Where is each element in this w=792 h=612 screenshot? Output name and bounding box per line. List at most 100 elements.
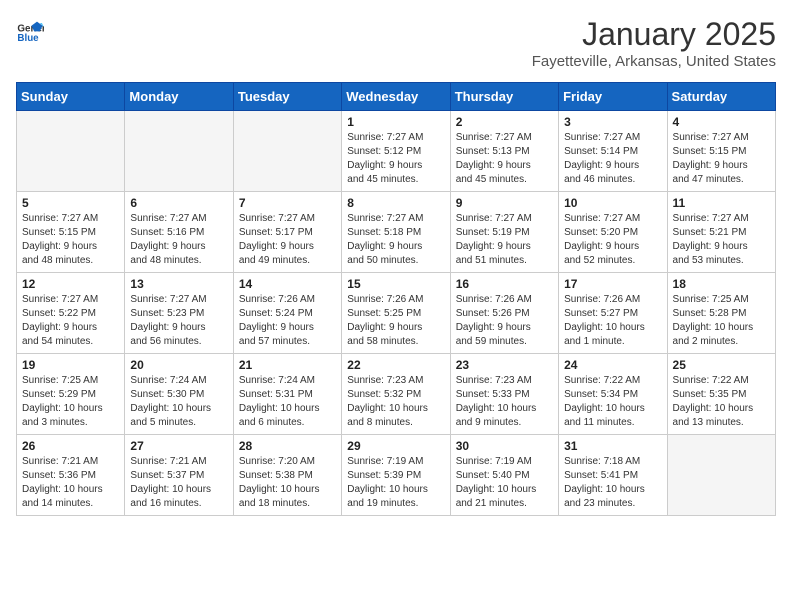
day-info: Sunrise: 7:27 AM Sunset: 5:19 PM Dayligh…	[456, 212, 553, 268]
day-number: 10	[564, 196, 661, 210]
weekday-header-friday: Friday	[559, 83, 667, 111]
day-number: 3	[564, 115, 661, 129]
day-info: Sunrise: 7:27 AM Sunset: 5:13 PM Dayligh…	[456, 131, 553, 187]
day-info: Sunrise: 7:20 AM Sunset: 5:38 PM Dayligh…	[239, 455, 336, 511]
calendar-day-31: 31Sunrise: 7:18 AM Sunset: 5:41 PM Dayli…	[559, 435, 667, 516]
calendar-day-4: 4Sunrise: 7:27 AM Sunset: 5:15 PM Daylig…	[667, 111, 775, 192]
day-info: Sunrise: 7:27 AM Sunset: 5:22 PM Dayligh…	[22, 293, 119, 349]
calendar-day-15: 15 Sunrise: 7:26 AM Sunset: 5:25 PM Dayli…	[342, 273, 450, 354]
calendar-day-1: 1 Sunrise: 7:27 AM Sunset: 5:12 PM Daylig…	[342, 111, 450, 192]
calendar-day-20: 20Sunrise: 7:24 AM Sunset: 5:30 PM Dayli…	[125, 354, 233, 435]
calendar-week-row: 12 Sunrise: 7:27 AM Sunset: 5:22 PM Dayli…	[17, 273, 776, 354]
day-number: 31	[564, 439, 661, 453]
calendar-day-14: 14 Sunrise: 7:26 AM Sunset: 5:24 PM Dayli…	[233, 273, 341, 354]
day-number: 17	[564, 277, 661, 291]
calendar-day-25: 25 Sunrise: 7:22 AM Sunset: 5:35 PM Dayli…	[667, 354, 775, 435]
logo: General Blue	[16, 16, 44, 44]
calendar-day-2: 2 Sunrise: 7:27 AM Sunset: 5:13 PM Daylig…	[450, 111, 558, 192]
day-number: 4	[673, 115, 770, 129]
day-number: 14	[239, 277, 336, 291]
calendar-week-row: 1 Sunrise: 7:27 AM Sunset: 5:12 PM Daylig…	[17, 111, 776, 192]
day-info: Sunrise: 7:27 AM Sunset: 5:21 PM Dayligh…	[673, 212, 770, 268]
location-subtitle: Fayetteville, Arkansas, United States	[532, 53, 776, 70]
day-number: 26	[22, 439, 119, 453]
day-info: Sunrise: 7:21 AM Sunset: 5:36 PM Dayligh…	[22, 455, 119, 511]
day-info: Sunrise: 7:27 AM Sunset: 5:15 PM Dayligh…	[22, 212, 119, 268]
day-number: 27	[130, 439, 227, 453]
day-info: Sunrise: 7:22 AM Sunset: 5:34 PM Dayligh…	[564, 374, 661, 430]
calendar-day-28: 28 Sunrise: 7:20 AM Sunset: 5:38 PM Dayli…	[233, 435, 341, 516]
day-info: Sunrise: 7:27 AM Sunset: 5:14 PM Dayligh…	[564, 131, 661, 187]
calendar-day-29: 29 Sunrise: 7:19 AM Sunset: 5:39 PM Dayli…	[342, 435, 450, 516]
calendar-table: SundayMondayTuesdayWednesdayThursdayFrid…	[16, 82, 776, 516]
day-number: 21	[239, 358, 336, 372]
day-number: 13	[130, 277, 227, 291]
day-number: 5	[22, 196, 119, 210]
day-number: 25	[673, 358, 770, 372]
weekday-header-wednesday: Wednesday	[342, 83, 450, 111]
calendar-day-18: 18 Sunrise: 7:25 AM Sunset: 5:28 PM Dayli…	[667, 273, 775, 354]
calendar-week-row: 26 Sunrise: 7:21 AM Sunset: 5:36 PM Dayli…	[17, 435, 776, 516]
day-info: Sunrise: 7:25 AM Sunset: 5:29 PM Dayligh…	[22, 374, 119, 430]
day-number: 2	[456, 115, 553, 129]
calendar-day-9: 9 Sunrise: 7:27 AM Sunset: 5:19 PM Daylig…	[450, 192, 558, 273]
calendar-day-empty	[233, 111, 341, 192]
day-number: 1	[347, 115, 444, 129]
day-info: Sunrise: 7:25 AM Sunset: 5:28 PM Dayligh…	[673, 293, 770, 349]
calendar-day-5: 5 Sunrise: 7:27 AM Sunset: 5:15 PM Daylig…	[17, 192, 125, 273]
day-info: Sunrise: 7:23 AM Sunset: 5:33 PM Dayligh…	[456, 374, 553, 430]
day-info: Sunrise: 7:23 AM Sunset: 5:32 PM Dayligh…	[347, 374, 444, 430]
calendar-day-19: 19 Sunrise: 7:25 AM Sunset: 5:29 PM Dayli…	[17, 354, 125, 435]
day-info: Sunrise: 7:26 AM Sunset: 5:26 PM Dayligh…	[456, 293, 553, 349]
day-info: Sunrise: 7:24 AM Sunset: 5:31 PM Dayligh…	[239, 374, 336, 430]
day-number: 22	[347, 358, 444, 372]
day-info: Sunrise: 7:27 AM Sunset: 5:18 PM Dayligh…	[347, 212, 444, 268]
day-number: 29	[347, 439, 444, 453]
calendar-day-empty	[667, 435, 775, 516]
calendar-day-30: 30 Sunrise: 7:19 AM Sunset: 5:40 PM Dayli…	[450, 435, 558, 516]
day-number: 6	[130, 196, 227, 210]
day-info: Sunrise: 7:26 AM Sunset: 5:25 PM Dayligh…	[347, 293, 444, 349]
day-info: Sunrise: 7:27 AM Sunset: 5:16 PM Dayligh…	[130, 212, 227, 268]
day-info: Sunrise: 7:26 AM Sunset: 5:24 PM Dayligh…	[239, 293, 336, 349]
day-number: 9	[456, 196, 553, 210]
day-info: Sunrise: 7:27 AM Sunset: 5:20 PM Dayligh…	[564, 212, 661, 268]
calendar-day-6: 6 Sunrise: 7:27 AM Sunset: 5:16 PM Daylig…	[125, 192, 233, 273]
calendar-day-22: 22 Sunrise: 7:23 AM Sunset: 5:32 PM Dayli…	[342, 354, 450, 435]
calendar-day-empty	[17, 111, 125, 192]
weekday-header-thursday: Thursday	[450, 83, 558, 111]
day-number: 24	[564, 358, 661, 372]
day-number: 7	[239, 196, 336, 210]
calendar-day-3: 3 Sunrise: 7:27 AM Sunset: 5:14 PM Daylig…	[559, 111, 667, 192]
day-number: 15	[347, 277, 444, 291]
weekday-header-row: SundayMondayTuesdayWednesdayThursdayFrid…	[17, 83, 776, 111]
title-area: January 2025 Fayetteville, Arkansas, Uni…	[532, 16, 776, 70]
day-info: Sunrise: 7:26 AM Sunset: 5:27 PM Dayligh…	[564, 293, 661, 349]
day-number: 12	[22, 277, 119, 291]
day-number: 28	[239, 439, 336, 453]
day-info: Sunrise: 7:27 AM Sunset: 5:23 PM Dayligh…	[130, 293, 227, 349]
calendar-day-16: 16Sunrise: 7:26 AM Sunset: 5:26 PM Dayli…	[450, 273, 558, 354]
calendar-day-21: 21 Sunrise: 7:24 AM Sunset: 5:31 PM Dayli…	[233, 354, 341, 435]
day-info: Sunrise: 7:19 AM Sunset: 5:40 PM Dayligh…	[456, 455, 553, 511]
weekday-header-saturday: Saturday	[667, 83, 775, 111]
day-info: Sunrise: 7:24 AM Sunset: 5:30 PM Dayligh…	[130, 374, 227, 430]
day-info: Sunrise: 7:22 AM Sunset: 5:35 PM Dayligh…	[673, 374, 770, 430]
header: General Blue January 2025 Fayetteville, …	[16, 16, 776, 70]
day-info: Sunrise: 7:27 AM Sunset: 5:12 PM Dayligh…	[347, 131, 444, 187]
weekday-header-tuesday: Tuesday	[233, 83, 341, 111]
day-number: 23	[456, 358, 553, 372]
calendar-week-row: 5 Sunrise: 7:27 AM Sunset: 5:15 PM Daylig…	[17, 192, 776, 273]
calendar-week-row: 19 Sunrise: 7:25 AM Sunset: 5:29 PM Dayli…	[17, 354, 776, 435]
calendar-day-8: 8Sunrise: 7:27 AM Sunset: 5:18 PM Daylig…	[342, 192, 450, 273]
logo-icon: General Blue	[16, 16, 44, 44]
day-number: 18	[673, 277, 770, 291]
day-info: Sunrise: 7:21 AM Sunset: 5:37 PM Dayligh…	[130, 455, 227, 511]
calendar-day-10: 10 Sunrise: 7:27 AM Sunset: 5:20 PM Dayli…	[559, 192, 667, 273]
day-info: Sunrise: 7:19 AM Sunset: 5:39 PM Dayligh…	[347, 455, 444, 511]
day-number: 19	[22, 358, 119, 372]
day-number: 30	[456, 439, 553, 453]
calendar-day-empty	[125, 111, 233, 192]
weekday-header-sunday: Sunday	[17, 83, 125, 111]
calendar-day-26: 26 Sunrise: 7:21 AM Sunset: 5:36 PM Dayli…	[17, 435, 125, 516]
